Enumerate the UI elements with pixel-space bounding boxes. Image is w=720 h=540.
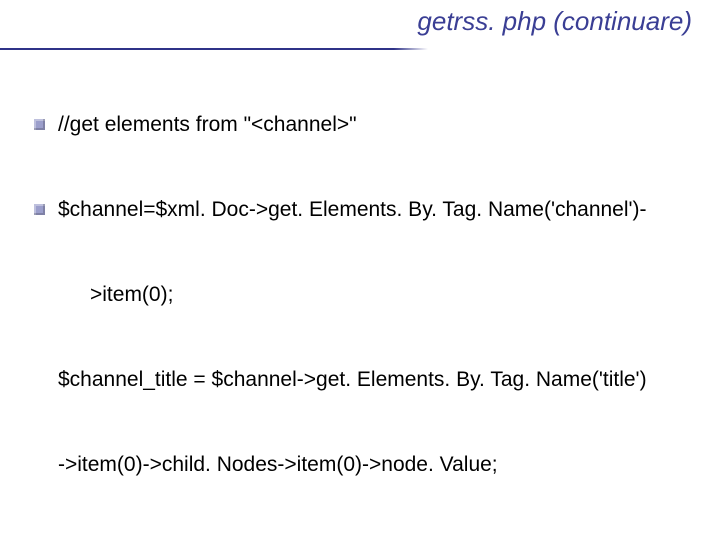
divider bbox=[0, 48, 428, 50]
code-text: //get elements from "<channel>" bbox=[58, 113, 357, 136]
code-line: ->item(0)->child. Nodes->item(0)->node. … bbox=[58, 451, 700, 479]
code-block: //get elements from "<channel>" $channel… bbox=[58, 54, 700, 540]
code-text: >item(0); bbox=[90, 283, 173, 306]
code-line: >item(0); bbox=[58, 281, 700, 309]
slide-title: getrss. php (continuare) bbox=[417, 6, 692, 37]
bullet-icon bbox=[34, 119, 45, 130]
code-line: $channel_link = $channel->get. Elements.… bbox=[58, 536, 700, 540]
bullet-icon bbox=[34, 204, 45, 215]
code-line: $channel_title = $channel->get. Elements… bbox=[58, 366, 700, 394]
code-text: $channel_title = $channel->get. Elements… bbox=[58, 368, 647, 391]
code-text: ->item(0)->child. Nodes->item(0)->node. … bbox=[58, 453, 498, 476]
code-text: $channel=$xml. Doc->get. Elements. By. T… bbox=[58, 198, 647, 221]
code-line: //get elements from "<channel>" bbox=[58, 111, 700, 139]
code-line: $channel=$xml. Doc->get. Elements. By. T… bbox=[58, 196, 700, 224]
slide: getrss. php (continuare) //get elements … bbox=[0, 0, 720, 540]
